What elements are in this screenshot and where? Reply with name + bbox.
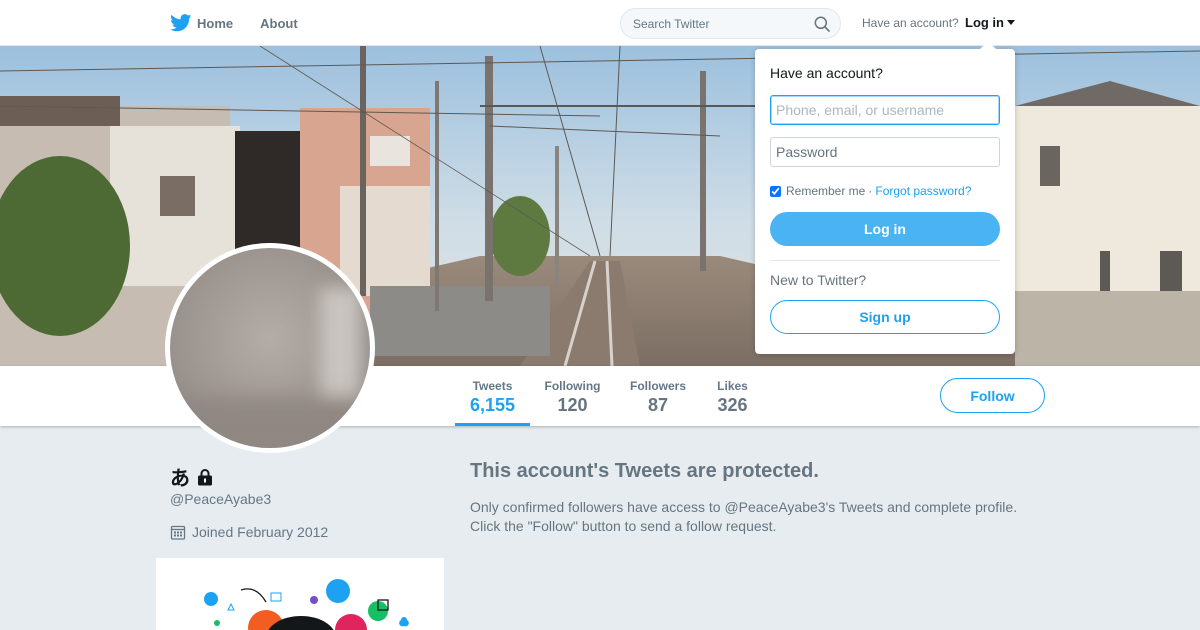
login-dropdown: Have an account? Remember me · Forgot pa… [755, 41, 1015, 354]
nav-home[interactable]: Home [170, 14, 233, 32]
login-button[interactable]: Log in [770, 212, 1000, 246]
follow-button[interactable]: Follow [940, 378, 1045, 413]
search-box [620, 8, 841, 39]
nav-home-label: Home [197, 15, 234, 31]
stat-likes[interactable]: Likes 326 [710, 366, 755, 426]
top-navigation-bar: Home About Have an account? Log in [0, 0, 1200, 46]
join-date-text: Joined February 2012 [192, 524, 329, 540]
protected-line-1: Only confirmed followers have access to … [470, 499, 1018, 515]
protected-message: Only confirmed followers have access to … [470, 498, 1070, 536]
divider [770, 260, 1000, 261]
stat-tweets[interactable]: Tweets 6,155 [455, 366, 530, 426]
promo-card[interactable] [156, 558, 444, 630]
join-date: Joined February 2012 [170, 524, 328, 540]
stat-value: 6,155 [469, 395, 516, 415]
avatar-highlight [320, 288, 360, 408]
password-field[interactable] [770, 137, 1000, 167]
remember-me-checkbox[interactable] [770, 185, 781, 197]
promo-illustration [204, 579, 409, 630]
avatar[interactable] [165, 243, 375, 453]
have-account-text: Have an account? [862, 16, 959, 30]
signup-button[interactable]: Sign up [770, 300, 1000, 334]
forgot-password-link[interactable]: Forgot password? [875, 184, 971, 198]
avatar-shadow [170, 398, 370, 448]
nav-about-label: About [260, 15, 298, 31]
username-field[interactable] [770, 95, 1000, 125]
separator-dot: · [868, 184, 873, 198]
stat-followers[interactable]: Followers 87 [625, 366, 691, 426]
nav-about[interactable]: About [260, 16, 298, 31]
stat-label: Likes [717, 379, 748, 393]
profile-name: あ [170, 462, 214, 491]
stat-following[interactable]: Following 120 [540, 366, 605, 426]
login-heading: Have an account? [770, 65, 883, 81]
stat-value: 326 [717, 395, 748, 415]
stat-label: Following [544, 379, 601, 393]
login-link-label: Log in [965, 15, 1004, 30]
protected-line-2: Click the "Follow" button to send a foll… [470, 518, 777, 534]
stat-value: 87 [647, 395, 669, 415]
twitter-bird-icon [170, 14, 192, 32]
login-dropdown-toggle[interactable]: Log in [965, 15, 1015, 30]
new-to-twitter-text: New to Twitter? [770, 272, 867, 288]
stat-value: 120 [557, 395, 588, 415]
nav-left: Home About [170, 0, 325, 46]
calendar-icon [170, 525, 186, 540]
caret-down-icon [1007, 20, 1015, 25]
search-input[interactable] [633, 16, 803, 31]
profile-handle[interactable]: @PeaceAyabe3 [170, 491, 271, 507]
protected-title: This account's Tweets are protected. [470, 460, 819, 482]
stat-label: Tweets [472, 379, 513, 393]
remember-row: Remember me · Forgot password? [770, 184, 1000, 198]
lock-icon [198, 468, 212, 485]
stat-label: Followers [629, 379, 686, 393]
search-icon[interactable] [814, 16, 830, 32]
remember-me-label[interactable]: Remember me [786, 184, 865, 198]
display-name[interactable]: あ [170, 462, 190, 491]
